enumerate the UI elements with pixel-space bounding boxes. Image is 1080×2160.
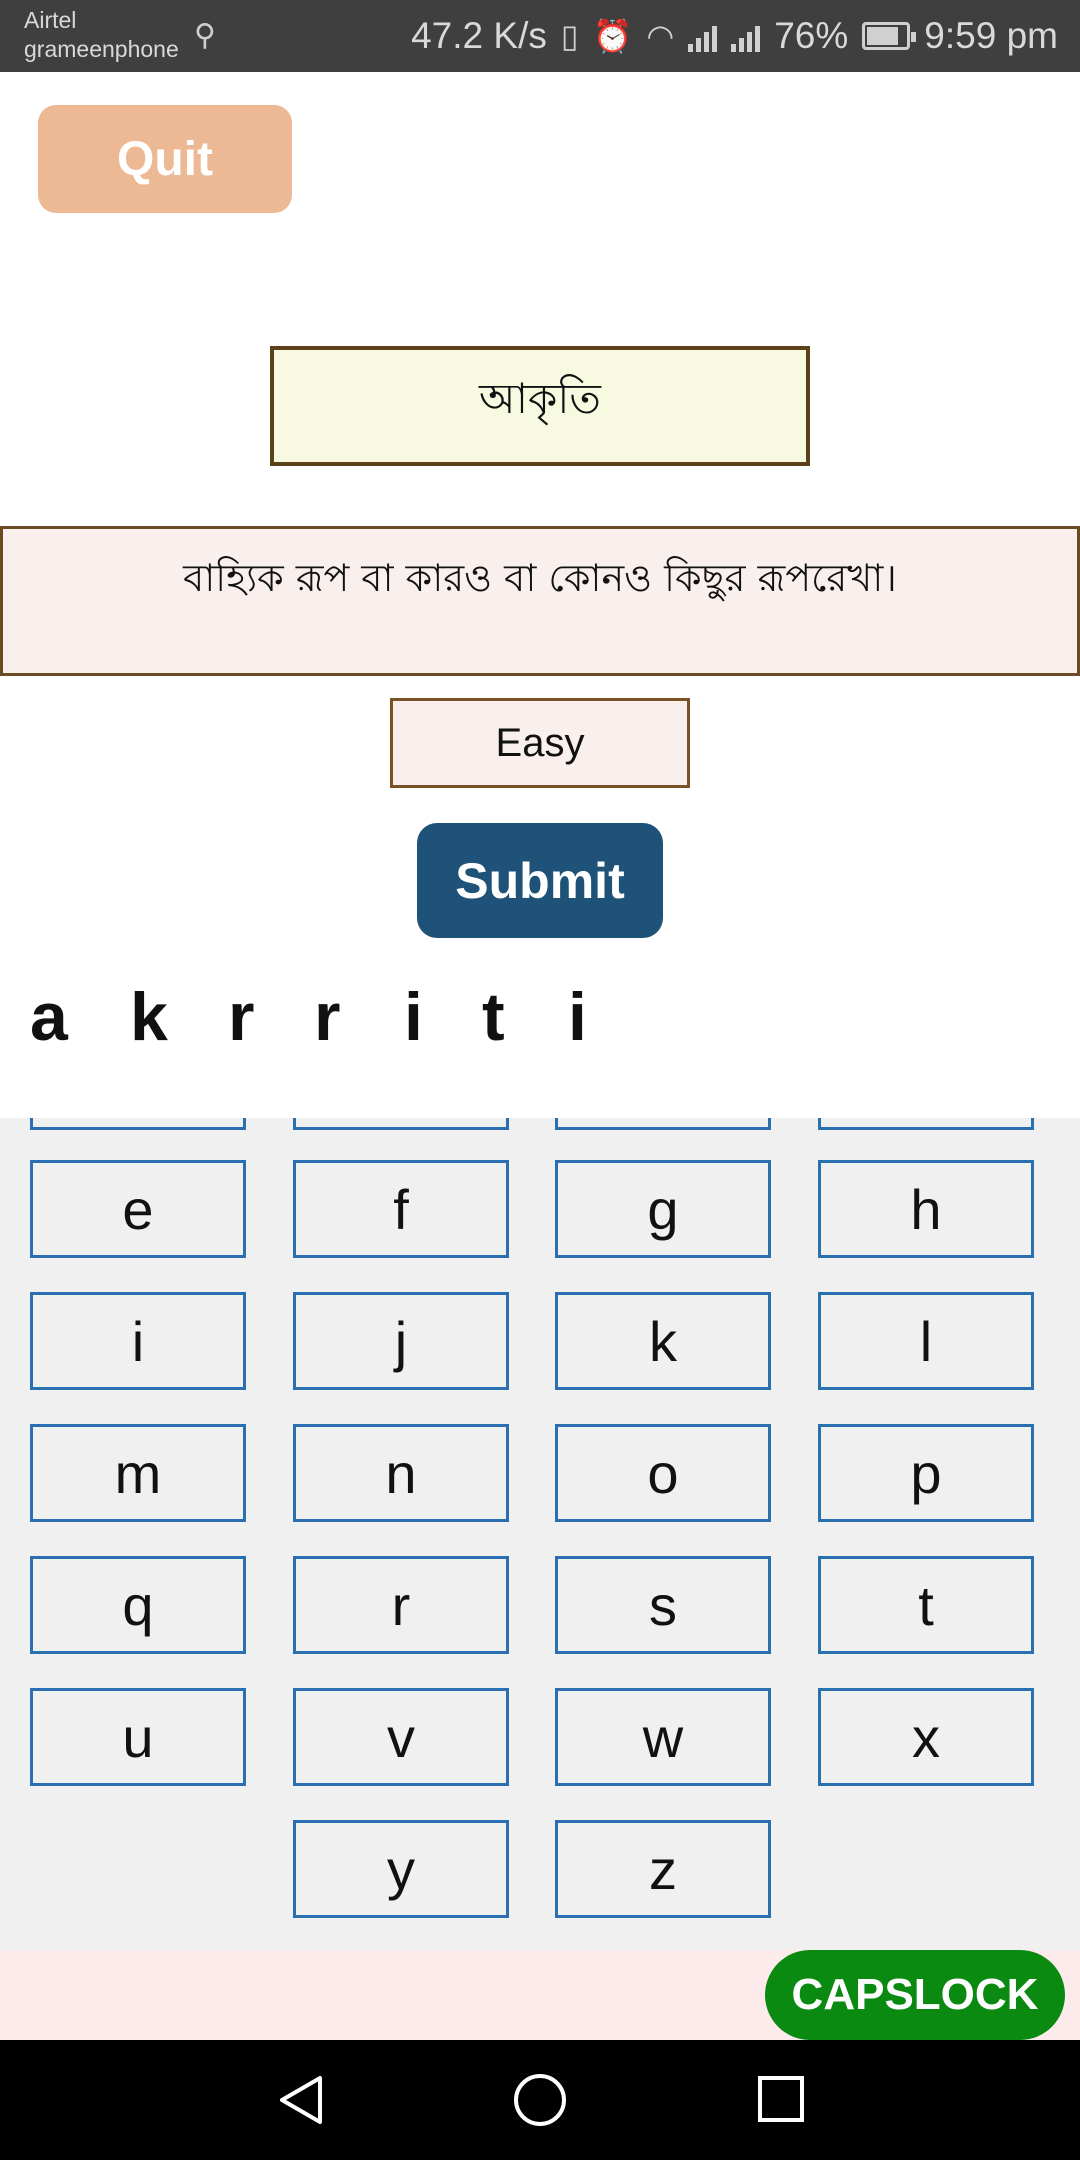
letter-key[interactable] (293, 1118, 509, 1130)
letter-key-y[interactable]: y (293, 1820, 509, 1918)
letter-key-f[interactable]: f (293, 1160, 509, 1258)
answer-letter: i (404, 979, 423, 1055)
letter-key-t[interactable]: t (818, 1556, 1034, 1654)
meaning-text: বাহ্যিক রূপ বা কারও বা কোনও কিছুর রূপরেখ… (183, 556, 897, 600)
clock: 9:59 pm (924, 15, 1058, 56)
answer-letter: r (228, 979, 255, 1055)
signal-icon (688, 20, 718, 52)
answer-letter: t (482, 979, 505, 1055)
letter-key-e[interactable]: e (30, 1160, 246, 1258)
carrier-name-primary: Airtel (24, 7, 77, 33)
letter-key-q[interactable]: q (30, 1556, 246, 1654)
battery-charging-icon (862, 22, 917, 50)
letter-key-x[interactable]: x (818, 1688, 1034, 1786)
network-speed: 47.2 K/s (411, 15, 547, 56)
submit-button[interactable]: Submit (417, 823, 663, 938)
usb-icon: ⚲ (194, 18, 216, 53)
letter-key[interactable] (555, 1118, 771, 1130)
letter-key-g[interactable]: g (555, 1160, 771, 1258)
answer-letter: i (568, 979, 587, 1055)
letter-key-o[interactable]: o (555, 1424, 771, 1522)
letter-key-l[interactable]: l (818, 1292, 1034, 1390)
letter-key-z[interactable]: z (555, 1820, 771, 1918)
letter-key-u[interactable]: u (30, 1688, 246, 1786)
vibrate-icon: ▯ (560, 18, 579, 54)
bengali-word: আকৃতি (479, 374, 601, 423)
status-indicators: 47.2 K/s ▯ ⏰ ◠ 76% 9:59 pm (411, 14, 1058, 58)
recent-apps-icon[interactable] (758, 2076, 804, 2122)
letter-key-r[interactable]: r (293, 1556, 509, 1654)
letter-key-v[interactable]: v (293, 1688, 509, 1786)
meaning-box: বাহ্যিক রূপ বা কারও বা কোনও কিছুর রূপরেখ… (0, 526, 1080, 676)
letter-key[interactable] (818, 1118, 1034, 1130)
bengali-word-box: আকৃতি (270, 346, 810, 466)
letter-key-m[interactable]: m (30, 1424, 246, 1522)
letter-key-p[interactable]: p (818, 1424, 1034, 1522)
signal-icon (731, 20, 761, 52)
answer-letter: k (130, 979, 168, 1055)
navigation-bar (0, 2040, 1080, 2160)
back-icon[interactable] (276, 2074, 328, 2126)
capslock-button[interactable]: CAPSLOCK (765, 1950, 1065, 2040)
letter-keyboard[interactable]: e f g h i j k l m n o p q r s t u v w x … (0, 1118, 1080, 1950)
answer-letter: a (30, 979, 68, 1055)
letter-key[interactable] (30, 1118, 246, 1130)
status-bar: Airtel grameenphone ⚲ 47.2 K/s ▯ ⏰ ◠ 76%… (0, 0, 1080, 72)
battery-percent: 76% (774, 15, 849, 56)
letter-key-j[interactable]: j (293, 1292, 509, 1390)
carrier-info: Airtel grameenphone (24, 6, 179, 64)
answer-letter: r (314, 979, 341, 1055)
difficulty-badge: Easy (390, 698, 690, 788)
letter-key-h[interactable]: h (818, 1160, 1034, 1258)
carrier-name-secondary: grameenphone (24, 36, 179, 62)
wifi-icon: ◠ (646, 18, 675, 54)
answer-letters: a k r r i t i (0, 978, 1080, 1060)
quit-button[interactable]: Quit (38, 105, 292, 213)
home-icon[interactable] (514, 2074, 566, 2126)
letter-key-n[interactable]: n (293, 1424, 509, 1522)
alarm-icon: ⏰ (592, 18, 633, 54)
letter-key-k[interactable]: k (555, 1292, 771, 1390)
letter-key-i[interactable]: i (30, 1292, 246, 1390)
letter-key-s[interactable]: s (555, 1556, 771, 1654)
letter-key-w[interactable]: w (555, 1688, 771, 1786)
